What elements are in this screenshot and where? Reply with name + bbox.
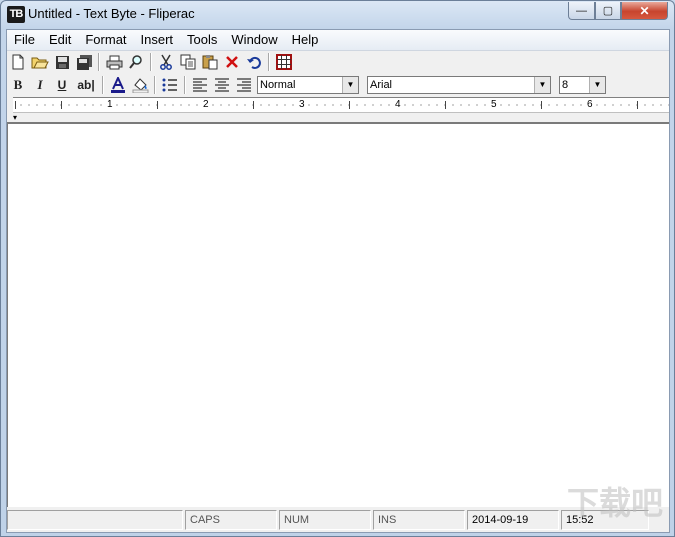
bold-button[interactable]: B — [7, 75, 29, 95]
menu-file[interactable]: File — [7, 30, 42, 50]
open-folder-icon[interactable] — [29, 52, 51, 72]
font-select-value: Arial — [370, 79, 393, 91]
close-button[interactable]: ✕ — [621, 2, 668, 20]
size-select[interactable]: 8 ▼ — [559, 76, 606, 94]
print-icon[interactable] — [103, 52, 125, 72]
ruler-tick — [445, 101, 446, 109]
ruler[interactable]: 1 2 3 4 5 6 — [13, 97, 669, 113]
save-icon[interactable] — [51, 52, 73, 72]
copy-icon[interactable] — [177, 52, 199, 72]
ruler-tick — [157, 101, 158, 109]
status-message — [7, 510, 183, 530]
align-left-icon[interactable] — [189, 75, 211, 95]
toolbar-separator — [184, 76, 186, 94]
ruler-number: 2 — [202, 98, 210, 112]
grid-icon[interactable] — [273, 52, 295, 72]
format-toolbar: B I U ab| Normal ▼ Arial ▼ 8 ▼ — [7, 74, 669, 96]
menu-bar: File Edit Format Insert Tools Window Hel… — [7, 30, 669, 51]
underline-button[interactable]: U — [51, 75, 73, 95]
ruler-number: 6 — [586, 98, 594, 112]
chevron-down-icon[interactable]: ▼ — [589, 77, 605, 93]
toolbar-separator — [102, 76, 104, 94]
toolbar-separator — [150, 53, 152, 71]
ruler-tick — [15, 101, 16, 109]
status-num: NUM — [279, 510, 371, 530]
new-file-icon[interactable] — [7, 52, 29, 72]
status-caps: CAPS — [185, 510, 277, 530]
client-area: File Edit Format Insert Tools Window Hel… — [6, 29, 670, 533]
align-center-icon[interactable] — [211, 75, 233, 95]
menu-window[interactable]: Window — [224, 30, 284, 50]
strikethrough-button[interactable]: ab| — [73, 75, 99, 95]
ruler-dots — [17, 104, 669, 106]
ruler-number: 5 — [490, 98, 498, 112]
ruler-indent-marker[interactable]: ▾ — [13, 113, 17, 122]
ruler-tick — [253, 101, 254, 109]
menu-tools[interactable]: Tools — [180, 30, 224, 50]
watermark-logo: 下载吧 — [566, 485, 663, 521]
status-date: 2014-09-19 — [467, 510, 559, 530]
ruler-tick — [637, 101, 638, 109]
toolbar-separator — [98, 53, 100, 71]
maximize-button[interactable]: ▢ — [595, 2, 621, 20]
print-preview-icon[interactable] — [125, 52, 147, 72]
menu-edit[interactable]: Edit — [42, 30, 78, 50]
ruler-number: 3 — [298, 98, 306, 112]
menu-format[interactable]: Format — [78, 30, 133, 50]
ruler-tick — [61, 101, 62, 109]
ruler-number: 1 — [106, 98, 114, 112]
menu-help[interactable]: Help — [285, 30, 326, 50]
status-ins: INS — [373, 510, 465, 530]
chevron-down-icon[interactable]: ▼ — [342, 77, 358, 93]
size-select-value: 8 — [562, 79, 569, 91]
font-select[interactable]: Arial ▼ — [367, 76, 551, 94]
ruler-tick — [349, 101, 350, 109]
style-select[interactable]: Normal ▼ — [257, 76, 359, 94]
style-select-value: Normal — [260, 79, 296, 91]
paste-icon[interactable] — [199, 52, 221, 72]
toolbar-separator — [268, 53, 270, 71]
app-icon[interactable]: TB — [7, 6, 25, 23]
chevron-down-icon[interactable]: ▼ — [534, 77, 550, 93]
window-title: Untitled - Text Byte - Fliperac — [28, 6, 195, 21]
ruler-number: 4 — [394, 98, 402, 112]
bullet-list-icon[interactable] — [159, 75, 181, 95]
save-all-icon[interactable] — [73, 52, 95, 72]
cut-icon[interactable] — [155, 52, 177, 72]
ruler-tick — [541, 101, 542, 109]
app-window: TB Untitled - Text Byte - Fliperac — ▢ ✕… — [0, 0, 675, 537]
italic-button[interactable]: I — [29, 75, 51, 95]
align-right-icon[interactable] — [233, 75, 255, 95]
highlight-color-icon[interactable] — [129, 75, 151, 95]
title-bar[interactable]: TB Untitled - Text Byte - Fliperac — ▢ ✕ — [1, 1, 674, 29]
toolbar-separator — [154, 76, 156, 94]
font-color-icon[interactable] — [107, 75, 129, 95]
standard-toolbar — [7, 51, 669, 73]
minimize-button[interactable]: — — [568, 2, 595, 20]
delete-icon[interactable] — [221, 52, 243, 72]
undo-icon[interactable] — [243, 52, 265, 72]
document-editor[interactable] — [7, 122, 669, 507]
menu-insert[interactable]: Insert — [134, 30, 181, 50]
